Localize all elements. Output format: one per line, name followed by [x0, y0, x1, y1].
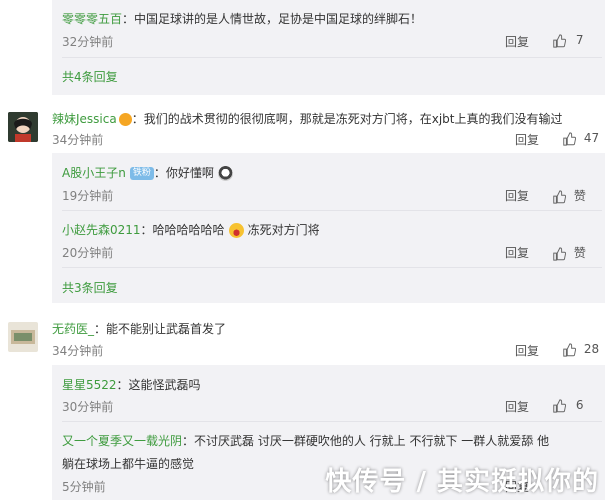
reply-item: 星星5522：这能怪武磊吗	[62, 376, 201, 393]
thumb-up-icon	[552, 246, 566, 261]
thumb-up-icon	[552, 398, 566, 413]
reply-timestamp: 19分钟前	[62, 189, 114, 203]
thumb-up-icon	[562, 131, 576, 146]
reply-item: 零零零五百：中国足球讲的是人情世故，足协是中国足球的绊脚石！	[62, 10, 422, 27]
reply-text-tail: 冻死对方门将	[247, 223, 320, 237]
more-replies-link[interactable]: 共3条回复	[62, 279, 118, 296]
like-button[interactable]: 赞	[552, 187, 586, 204]
fan-badge: 铁粉	[129, 167, 154, 180]
like-button[interactable]: 6	[552, 398, 583, 413]
reply-button[interactable]: 回复	[515, 131, 539, 148]
reply-text: ：这能怪武磊吗	[116, 378, 201, 392]
reply-username[interactable]: 小赵先森0211	[62, 223, 141, 237]
comment-text: ：能不能别让武磊首发了	[94, 322, 227, 336]
divider	[62, 57, 602, 58]
reply-timestamp: 5分钟前	[62, 480, 106, 494]
comment-timestamp: 34分钟前	[52, 133, 104, 147]
like-count: 28	[583, 342, 600, 356]
reply-button[interactable]: 回复	[505, 244, 529, 261]
reply-username[interactable]: 星星5522	[62, 378, 117, 392]
face-emoji-icon	[217, 166, 233, 181]
thumb-up-icon	[552, 189, 566, 204]
reply-button[interactable]: 回复	[505, 33, 529, 50]
reply-text: ：中国足球讲的是人情世故，足协是中国足球的绊脚石！	[122, 12, 423, 26]
comment-timestamp: 34分钟前	[52, 344, 104, 358]
comment-header: 无药医_：能不能别让武磊首发了	[52, 320, 226, 337]
comment-username[interactable]: 无药医_	[52, 322, 94, 336]
reply-button[interactable]: 回复	[505, 398, 529, 415]
comment-text: ：我们的战术贯彻的很彻底啊，那就是冻死对方门将，在xjbt上真的我们没有输过	[131, 112, 563, 126]
reply-username[interactable]: A股小王子n	[62, 166, 126, 180]
divider	[62, 267, 602, 268]
avatar[interactable]	[8, 112, 38, 142]
reply-timestamp: 30分钟前	[62, 400, 114, 414]
reply-item: 小赵先森0211：哈哈哈哈哈哈 冻死对方门将	[62, 221, 320, 238]
reply-username[interactable]: 又一个夏季又一载光阴	[62, 434, 182, 448]
reply-text: ：你好懂啊	[153, 166, 214, 180]
laughing-emoji-icon	[228, 223, 244, 238]
reply-timestamp: 32分钟前	[62, 35, 114, 49]
like-count: 7	[575, 33, 584, 47]
reply-button[interactable]: 回复	[505, 187, 529, 204]
like-button[interactable]: 28	[562, 342, 599, 357]
avatar[interactable]	[8, 322, 38, 352]
reply-text: ：不讨厌武磊 讨厌一群硬吹他的人 行就上 不行就下 一群人就爱舔 他	[182, 434, 550, 448]
reply-timestamp: 20分钟前	[62, 246, 114, 260]
divider	[62, 421, 602, 422]
reply-button[interactable]: 回复	[515, 342, 539, 359]
watermark: 快传号 / 其实挺拟你的	[325, 467, 599, 497]
reply-text-continued: 躺在球场上都牛逼的感觉	[62, 457, 195, 471]
thumb-up-icon	[562, 342, 576, 357]
divider	[62, 210, 602, 211]
more-replies-link[interactable]: 共4条回复	[62, 68, 118, 85]
thumb-up-icon	[552, 33, 566, 48]
like-button[interactable]: 7	[552, 33, 583, 48]
like-button[interactable]: 赞	[552, 244, 586, 261]
vip-emoji-icon	[118, 113, 132, 126]
like-count: 6	[575, 398, 584, 412]
like-button[interactable]: 47	[562, 131, 599, 146]
like-count: 赞	[573, 189, 586, 203]
like-count: 47	[583, 131, 600, 145]
reply-text: ：哈哈哈哈哈哈	[140, 223, 225, 237]
comment-header: 辣妹Jessica ：我们的战术贯彻的很彻底啊，那就是冻死对方门将，在xjbt上真…	[52, 110, 562, 127]
comment-username[interactable]: 辣妹Jessica	[52, 112, 117, 126]
reply-item: A股小王子n 铁粉 ：你好懂啊	[62, 164, 233, 181]
like-count: 赞	[573, 246, 586, 260]
reply-item: 又一个夏季又一载光阴：不讨厌武磊 讨厌一群硬吹他的人 行就上 不行就下 一群人就…	[62, 432, 549, 449]
reply-username[interactable]: 零零零五百	[62, 12, 122, 26]
